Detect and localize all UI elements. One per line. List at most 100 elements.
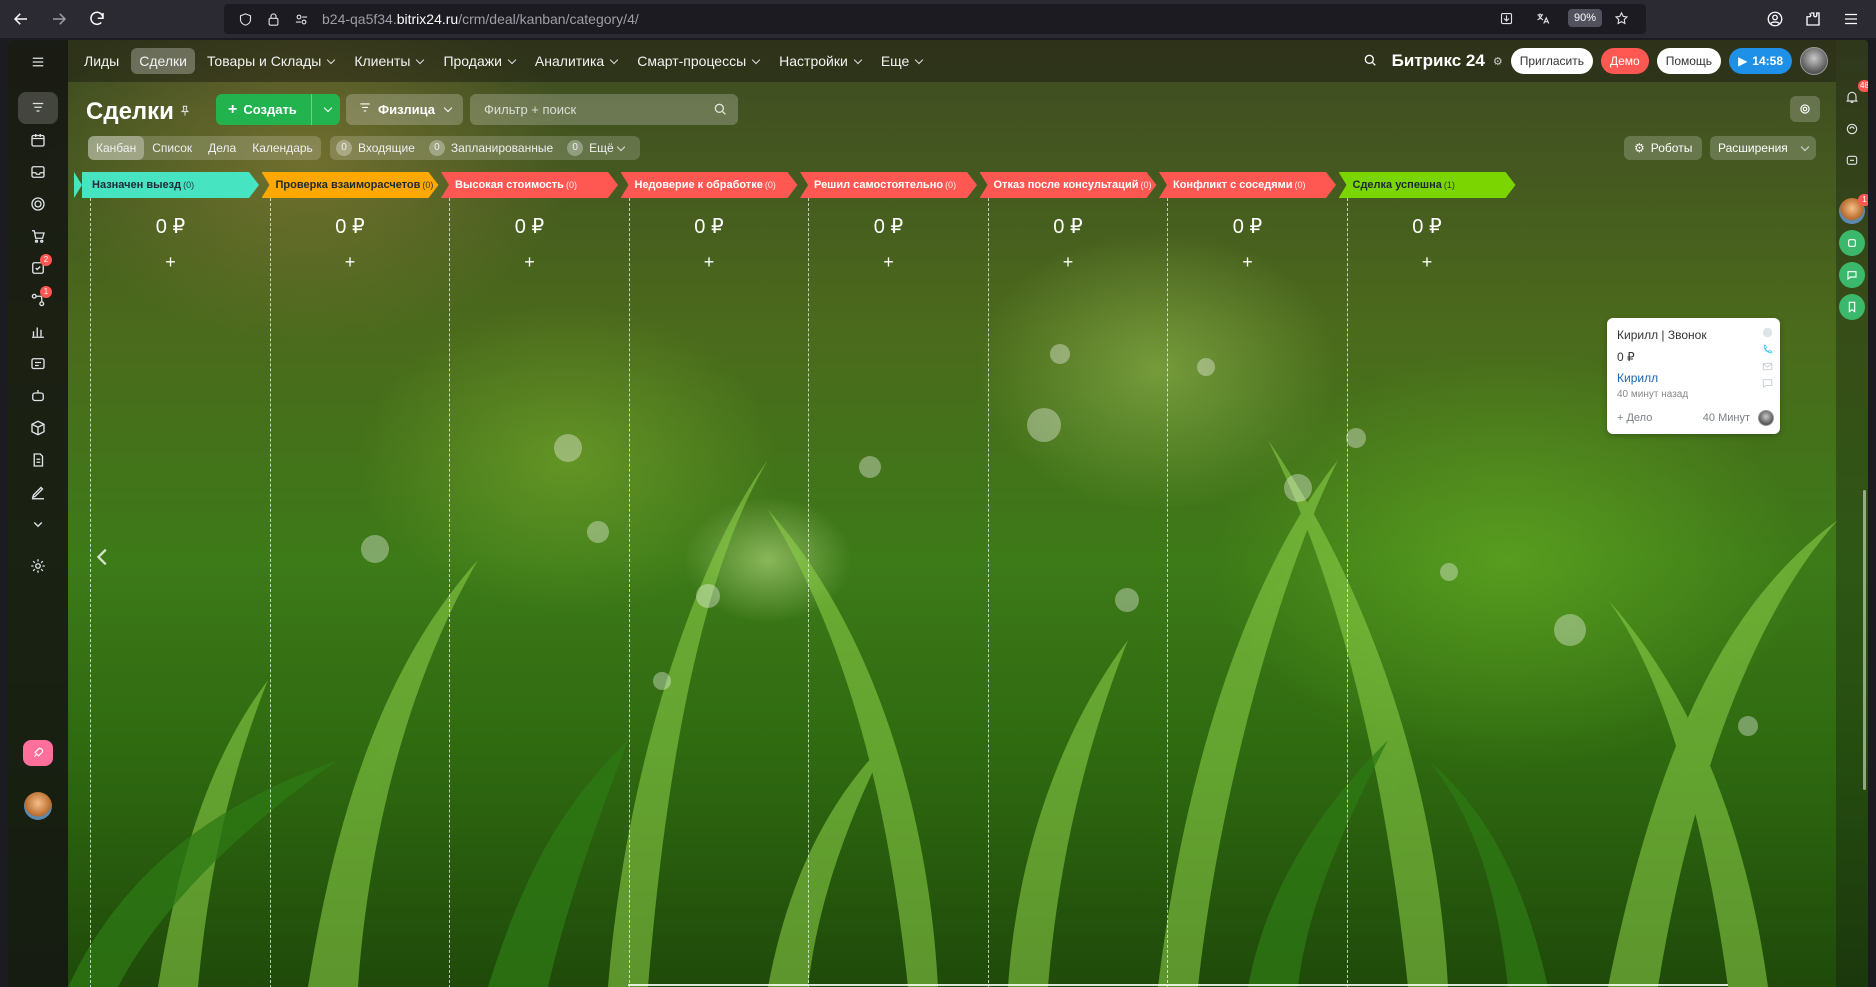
permissions-icon[interactable] [290,8,312,30]
search-input[interactable] [470,94,700,125]
view-tab-1[interactable]: Список [144,136,200,160]
account-icon[interactable] [1760,4,1790,34]
stage-header[interactable]: Конфликт с соседями (0) [1159,172,1336,198]
search-icon[interactable] [712,101,728,120]
add-deal-button[interactable]: + [1159,252,1336,273]
robot-icon[interactable] [18,380,58,412]
nav-item-1[interactable]: Сделки [131,48,195,74]
search-bar[interactable] [470,94,738,125]
create-dropdown-chevron-icon[interactable] [312,103,340,113]
mail-icon[interactable] [1761,360,1774,373]
open-lines-icon[interactable] [1839,262,1865,288]
add-deal-button[interactable]: + [82,252,259,273]
menu-icon[interactable] [1836,4,1866,34]
stage-header[interactable]: Назначен выезд (0) [82,172,259,198]
messenger-icon[interactable] [1839,148,1865,174]
nav-item-7[interactable]: Настройки [771,48,869,74]
reload-icon[interactable] [80,2,114,36]
chat-icon[interactable] [1761,377,1774,390]
counter-1[interactable]: 0 Запланированные [428,140,553,156]
bookmark-icon[interactable] [1839,294,1865,320]
stage-header[interactable]: Решил самостоятельно (0) [800,172,977,198]
extensions-icon[interactable] [1798,4,1828,34]
sign-icon[interactable] [18,476,58,508]
bookmark-star-icon[interactable] [1610,7,1632,29]
vertical-scrollbar[interactable] [1863,490,1866,790]
stage-header[interactable]: Сделка успешна (1) [1339,172,1516,198]
brand-settings-icon[interactable]: ⚙ [1493,55,1503,68]
hamburger-menu-icon[interactable] [18,46,58,78]
nav-item-4[interactable]: Продажи [435,48,522,74]
view-tab-3[interactable]: Календарь [244,136,321,160]
deal-title[interactable]: Кирилл | Звонок [1617,328,1770,342]
nav-item-8[interactable]: Еще [873,48,931,74]
add-deal-button[interactable]: + [441,252,618,273]
view-tab-0[interactable]: Канбан [88,136,145,160]
stage-header[interactable]: Отказ после консультаций (0) [980,172,1157,198]
add-deal-button[interactable]: + [980,252,1157,273]
inbox-icon[interactable] [18,156,58,188]
stage-header[interactable]: Проверка взаиморасчетов (0) [262,172,439,198]
rocket-icon[interactable] [23,740,53,766]
lock-icon[interactable] [262,8,284,30]
contact-center-icon[interactable] [18,348,58,380]
search-icon[interactable] [1362,52,1378,71]
notifications-bell-icon[interactable]: 48 [1839,80,1868,110]
translate-icon[interactable] [1532,7,1554,29]
crm-funnel-icon[interactable] [18,92,58,124]
target-icon[interactable] [18,188,58,220]
shield-icon[interactable] [234,8,256,30]
extensions-button[interactable]: Расширения [1710,136,1816,160]
copilot-icon[interactable] [1839,116,1865,142]
address-bar[interactable]: b24-qa5f34.bitrix24.ru/crm/deal/kanban/c… [224,4,1646,34]
zoom-level[interactable]: 90% [1567,9,1602,27]
stage-header[interactable]: Высокая стоимость (0) [441,172,618,198]
forward-icon[interactable] [42,2,76,36]
green-chat-icon[interactable] [1839,230,1865,256]
add-deal-button[interactable]: + [1339,252,1516,273]
filter-preset-button[interactable]: Физлица [346,94,464,125]
add-activity-link[interactable]: + Дело [1617,412,1652,424]
workday-button[interactable]: ▶ 14:58 [1729,48,1792,74]
invite-button[interactable]: Пригласить [1510,48,1593,74]
flows-icon[interactable]: 1 [18,284,58,316]
nav-item-2[interactable]: Товары и Склады [199,48,342,74]
stage-header[interactable]: Недоверие к обработке (0) [621,172,798,198]
header-avatar[interactable] [1800,47,1828,75]
phone-icon[interactable] [1761,343,1774,356]
back-icon[interactable] [4,2,38,36]
box-icon[interactable] [18,412,58,444]
responsible-avatar[interactable] [1758,410,1774,426]
nav-item-6[interactable]: Смарт-процессы [629,48,767,74]
user-avatar[interactable] [24,792,52,820]
nav-item-5[interactable]: Аналитика [527,48,625,74]
help-button[interactable]: Помощь [1656,48,1722,74]
counter-0[interactable]: 0 Входящие [336,140,415,156]
tasks-icon[interactable]: 2 [18,252,58,284]
deal-client-link[interactable]: Кирилл [1617,371,1770,385]
analytics-icon[interactable] [18,316,58,348]
horizontal-scrollbar[interactable] [628,984,1728,986]
chevron-down-icon[interactable] [18,508,58,540]
settings-gear-icon[interactable] [18,550,58,582]
calendar-icon[interactable] [18,124,58,156]
kanban-settings-gear-icon[interactable] [1790,96,1820,122]
deal-card[interactable]: Кирилл | Звонок 0 ₽ Кирилл 40 минут наза… [1607,318,1780,434]
add-deal-button[interactable]: + [621,252,798,273]
counter-2[interactable]: 0 Ещё [567,140,625,156]
url-text[interactable]: b24-qa5f34.bitrix24.ru/crm/deal/kanban/c… [322,11,639,27]
demo-button[interactable]: Демо [1600,48,1649,74]
save-page-icon[interactable] [1496,7,1518,29]
brand-logo[interactable]: Битрикс 24 [1392,51,1485,71]
create-button[interactable]: + Создать [216,94,340,125]
pin-icon[interactable] [178,104,192,121]
contact-avatar[interactable]: 1 [1839,194,1868,224]
add-deal-button[interactable]: + [800,252,977,273]
documents-icon[interactable] [18,444,58,476]
card-counter-icon[interactable] [1761,326,1774,339]
nav-item-3[interactable]: Клиенты [346,48,431,74]
robots-button[interactable]: ⚙ Роботы [1624,136,1703,160]
view-tab-2[interactable]: Дела [200,136,244,160]
scroll-left-arrow-icon[interactable] [92,542,114,575]
nav-item-0[interactable]: Лиды [76,48,127,74]
